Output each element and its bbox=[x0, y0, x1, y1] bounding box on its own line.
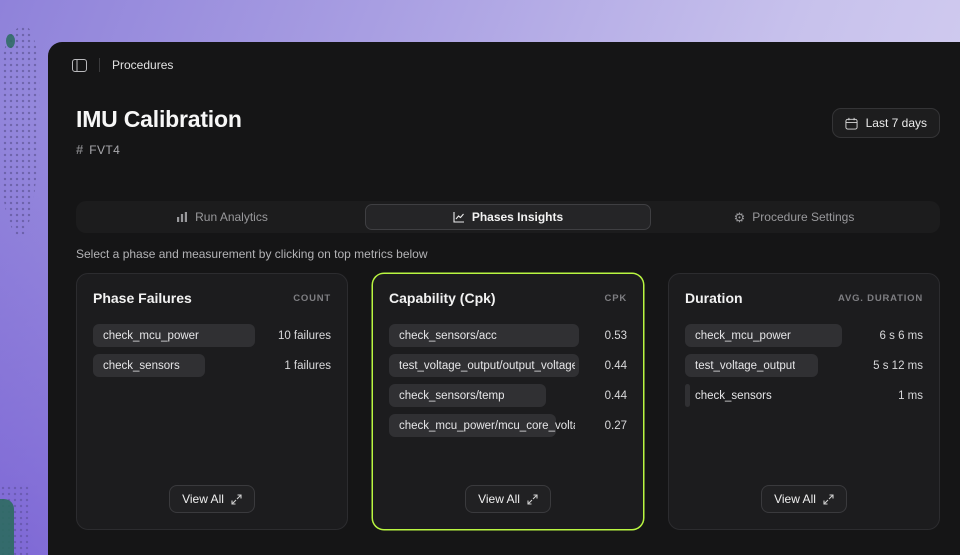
page-title: IMU Calibration bbox=[76, 106, 242, 133]
card-title: Phase Failures bbox=[93, 290, 192, 306]
procedure-tag-label: FVT4 bbox=[89, 143, 120, 157]
metric-row-label: test_voltage_output bbox=[695, 360, 795, 372]
date-range-label: Last 7 days bbox=[866, 116, 927, 130]
metric-row-value: 1 ms bbox=[898, 390, 923, 402]
metric-row-label: check_sensors bbox=[103, 360, 180, 372]
metric-row-label: check_sensors bbox=[695, 390, 772, 402]
metric-row[interactable]: check_sensors/temp 0.44 bbox=[389, 384, 627, 407]
bar-chart-icon bbox=[176, 211, 188, 223]
metric-row-value: 6 s 6 ms bbox=[880, 330, 923, 342]
metric-row[interactable]: test_voltage_output 5 s 12 ms bbox=[685, 354, 923, 377]
date-range-button[interactable]: Last 7 days bbox=[832, 108, 940, 138]
tab-phases-insights[interactable]: Phases Insights bbox=[365, 204, 651, 230]
metric-rows: check_sensors/acc 0.53 test_voltage_outp… bbox=[389, 324, 627, 437]
metric-unit-label: CPK bbox=[605, 293, 627, 304]
metric-row-label: test_voltage_output/output_voltage bbox=[399, 360, 575, 372]
metric-row[interactable]: test_voltage_output/output_voltage 0.44 bbox=[389, 354, 627, 377]
metric-cards: Phase Failures COUNT check_mcu_power 10 … bbox=[76, 273, 940, 530]
expand-icon bbox=[527, 494, 538, 505]
view-all-label: View All bbox=[182, 492, 224, 506]
metric-rows: check_mcu_power 6 s 6 ms test_voltage_ou… bbox=[685, 324, 923, 407]
metric-row-value: 0.53 bbox=[605, 330, 627, 342]
line-chart-icon bbox=[453, 211, 465, 223]
breadcrumb[interactable]: Procedures bbox=[112, 58, 173, 72]
metric-row-label: check_sensors/acc bbox=[399, 330, 497, 342]
page-header: IMU Calibration # FVT4 Last 7 days bbox=[76, 106, 940, 157]
expand-icon bbox=[823, 494, 834, 505]
tab-run-analytics[interactable]: Run Analytics bbox=[79, 204, 365, 230]
metric-row-value: 5 s 12 ms bbox=[873, 360, 923, 372]
decorative-blob-top bbox=[6, 34, 15, 48]
metric-row-label: check_mcu_power/mcu_core_volta... bbox=[399, 420, 575, 432]
sidebar-toggle-icon[interactable] bbox=[72, 59, 87, 72]
hash-icon: # bbox=[76, 142, 83, 157]
metric-row[interactable]: check_mcu_power/mcu_core_volta... 0.27 bbox=[389, 414, 627, 437]
gear-icon: ⚙ bbox=[734, 211, 746, 224]
metric-row-value: 10 failures bbox=[278, 330, 331, 342]
page-header-left: IMU Calibration # FVT4 bbox=[76, 106, 242, 157]
card-title: Capability (Cpk) bbox=[389, 290, 496, 306]
app-window: Procedures IMU Calibration # FVT4 Last 7… bbox=[48, 42, 960, 555]
card-header: Capability (Cpk) CPK bbox=[389, 290, 627, 306]
view-all-button[interactable]: View All bbox=[465, 485, 551, 513]
metric-row-label: check_sensors/temp bbox=[399, 390, 504, 402]
metric-card-capability: Capability (Cpk) CPK check_sensors/acc 0… bbox=[372, 273, 644, 530]
topbar: Procedures bbox=[48, 42, 960, 72]
procedure-tag: # FVT4 bbox=[76, 142, 242, 157]
metric-row-value: 0.27 bbox=[605, 420, 627, 432]
card-title: Duration bbox=[685, 290, 743, 306]
metric-row[interactable]: check_sensors 1 failures bbox=[93, 354, 331, 377]
selection-hint: Select a phase and measurement by clicki… bbox=[76, 247, 940, 261]
metric-bar bbox=[685, 384, 690, 407]
view-all-button[interactable]: View All bbox=[761, 485, 847, 513]
tab-label: Run Analytics bbox=[195, 210, 268, 224]
decorative-blob-bottom bbox=[0, 499, 14, 555]
metric-rows: check_mcu_power 10 failures check_sensor… bbox=[93, 324, 331, 377]
metric-row[interactable]: check_sensors/acc 0.53 bbox=[389, 324, 627, 347]
card-header: Duration AVG. DURATION bbox=[685, 290, 923, 306]
metric-row[interactable]: check_mcu_power 6 s 6 ms bbox=[685, 324, 923, 347]
card-footer: View All bbox=[389, 485, 627, 513]
metric-unit-label: COUNT bbox=[293, 293, 331, 304]
card-header: Phase Failures COUNT bbox=[93, 290, 331, 306]
metric-row-value: 1 failures bbox=[284, 360, 331, 372]
tab-label: Phases Insights bbox=[472, 210, 563, 224]
metric-card-duration: Duration AVG. DURATION check_mcu_power 6… bbox=[668, 273, 940, 530]
metric-row-label: check_mcu_power bbox=[103, 330, 199, 342]
metric-row-value: 0.44 bbox=[605, 360, 627, 372]
view-all-label: View All bbox=[478, 492, 520, 506]
calendar-icon bbox=[845, 117, 858, 130]
metric-row[interactable]: check_mcu_power 10 failures bbox=[93, 324, 331, 347]
expand-icon bbox=[231, 494, 242, 505]
decorative-dot-pattern-top bbox=[2, 26, 40, 236]
tab-label: Procedure Settings bbox=[752, 210, 854, 224]
metric-row-label: check_mcu_power bbox=[695, 330, 791, 342]
card-footer: View All bbox=[93, 485, 331, 513]
tab-procedure-settings[interactable]: ⚙ Procedure Settings bbox=[651, 204, 937, 230]
view-all-label: View All bbox=[774, 492, 816, 506]
metric-row[interactable]: check_sensors 1 ms bbox=[685, 384, 923, 407]
view-all-button[interactable]: View All bbox=[169, 485, 255, 513]
card-footer: View All bbox=[685, 485, 923, 513]
metric-card-phase-failures: Phase Failures COUNT check_mcu_power 10 … bbox=[76, 273, 348, 530]
topbar-divider bbox=[99, 58, 100, 72]
metric-unit-label: AVG. DURATION bbox=[838, 293, 923, 304]
metric-row-value: 0.44 bbox=[605, 390, 627, 402]
tab-bar: Run Analytics Phases Insights ⚙ Procedur… bbox=[76, 201, 940, 233]
